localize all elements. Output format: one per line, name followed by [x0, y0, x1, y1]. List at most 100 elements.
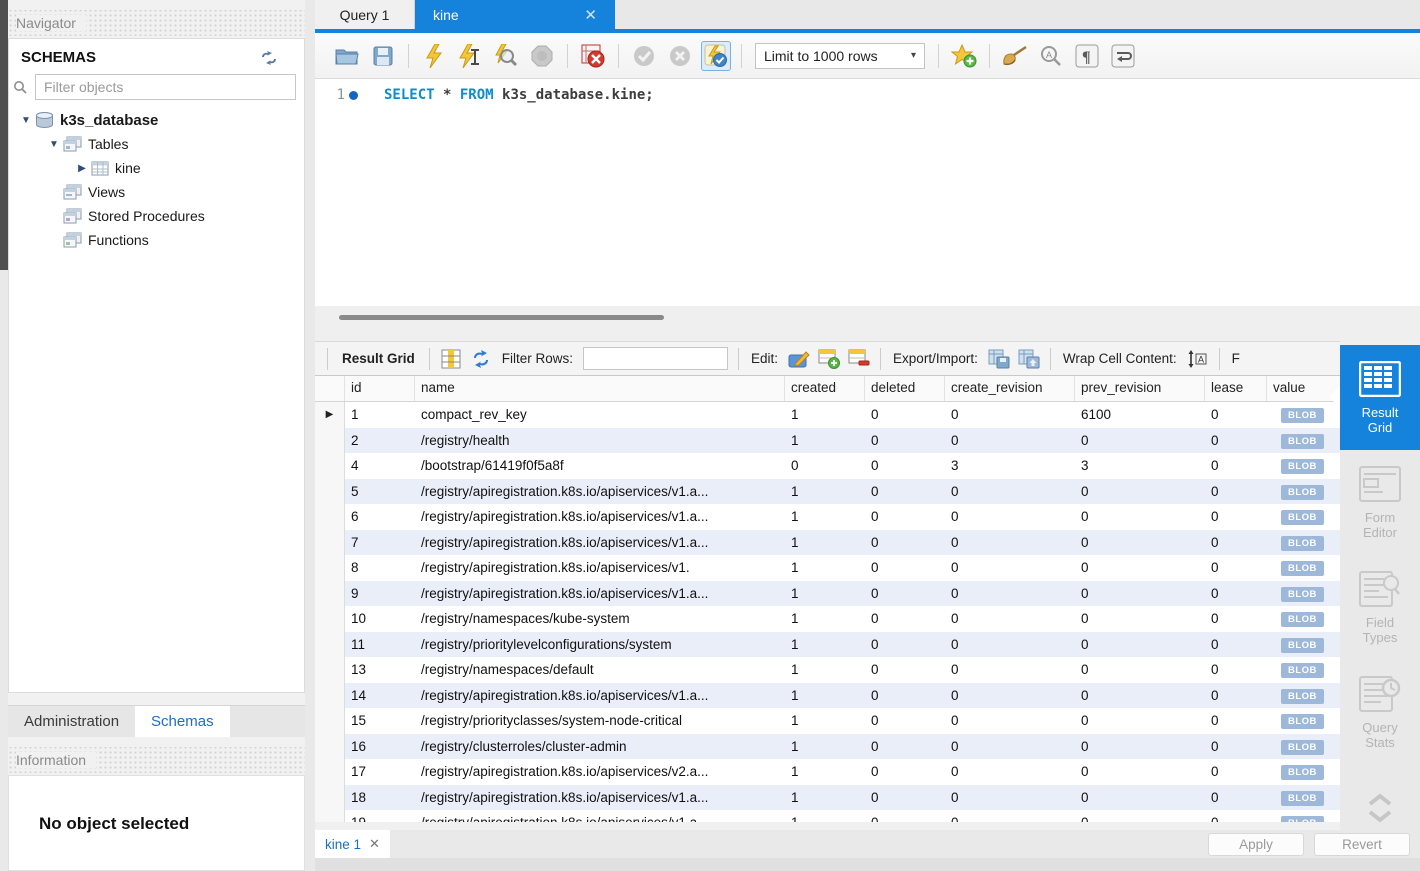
cell-prev_revision[interactable]: 0 — [1075, 637, 1205, 652]
table-row[interactable]: 6/registry/apiregistration.k8s.io/apiser… — [315, 504, 1340, 530]
cell-create_revision[interactable]: 0 — [945, 764, 1075, 779]
open-script-icon[interactable] — [332, 41, 362, 71]
apply-button[interactable]: Apply — [1208, 833, 1304, 856]
cell-value[interactable]: BLOB — [1267, 559, 1340, 576]
cell-lease[interactable]: 0 — [1205, 560, 1267, 575]
cell-prev_revision[interactable]: 0 — [1075, 586, 1205, 601]
cell-lease[interactable]: 0 — [1205, 739, 1267, 754]
cell-value[interactable]: BLOB — [1267, 763, 1340, 780]
row-selector-cell[interactable] — [315, 453, 345, 479]
blob-badge[interactable]: BLOB — [1281, 663, 1324, 678]
cell-created[interactable]: 1 — [785, 688, 865, 703]
row-selector-cell[interactable] — [315, 708, 345, 734]
cell-create_revision[interactable]: 0 — [945, 586, 1075, 601]
save-snippet-icon[interactable] — [949, 41, 979, 71]
cell-prev_revision[interactable]: 0 — [1075, 509, 1205, 524]
side-tab-form-editor[interactable]: Form Editor — [1340, 450, 1420, 555]
cell-created[interactable]: 1 — [785, 433, 865, 448]
wrap-cell-content-icon[interactable]: A — [1185, 347, 1211, 371]
cell-created[interactable]: 1 — [785, 790, 865, 805]
cell-name[interactable]: /registry/namespaces/default — [415, 662, 785, 677]
row-selector-cell[interactable] — [315, 504, 345, 530]
cell-name[interactable]: /registry/apiregistration.k8s.io/apiserv… — [415, 790, 785, 805]
cell-create_revision[interactable]: 0 — [945, 484, 1075, 499]
cell-value[interactable]: BLOB — [1267, 712, 1340, 729]
blob-badge[interactable]: BLOB — [1281, 561, 1324, 576]
expand-panel-icon[interactable] — [1367, 809, 1393, 823]
row-selector-cell[interactable] — [315, 428, 345, 454]
tab-query-1[interactable]: Query 1 — [315, 0, 415, 29]
cell-create_revision[interactable]: 0 — [945, 509, 1075, 524]
cell-name[interactable]: /registry/apiregistration.k8s.io/apiserv… — [415, 586, 785, 601]
cell-value[interactable]: BLOB — [1267, 687, 1340, 704]
tree-item-k3s-database[interactable]: ▼k3s_database — [9, 108, 304, 132]
cell-deleted[interactable]: 0 — [865, 815, 945, 822]
tree-item-views[interactable]: Views — [9, 180, 304, 204]
blob-badge[interactable]: BLOB — [1281, 536, 1324, 551]
cell-create_revision[interactable]: 0 — [945, 637, 1075, 652]
row-selector-cell[interactable] — [315, 606, 345, 632]
find-icon[interactable]: A — [1036, 41, 1066, 71]
cell-prev_revision[interactable]: 0 — [1075, 790, 1205, 805]
cell-name[interactable]: /registry/apiregistration.k8s.io/apiserv… — [415, 815, 785, 822]
cell-created[interactable]: 1 — [785, 815, 865, 822]
close-result-tab-icon[interactable]: ✕ — [369, 836, 380, 852]
blob-badge[interactable]: BLOB — [1281, 816, 1324, 822]
cell-create_revision[interactable]: 3 — [945, 458, 1075, 473]
cell-lease[interactable]: 0 — [1205, 611, 1267, 626]
chevron-expanded-icon[interactable]: ▼ — [19, 115, 33, 126]
blob-badge[interactable]: BLOB — [1281, 612, 1324, 627]
table-row[interactable]: 16/registry/clusterroles/cluster-admin10… — [315, 734, 1340, 760]
cell-value[interactable]: BLOB — [1267, 483, 1340, 500]
refresh-schemas-icon[interactable] — [260, 51, 278, 65]
cell-name[interactable]: compact_rev_key — [415, 407, 785, 422]
cell-name[interactable]: /registry/apiregistration.k8s.io/apiserv… — [415, 764, 785, 779]
cell-create_revision[interactable]: 0 — [945, 407, 1075, 422]
table-row[interactable]: 7/registry/apiregistration.k8s.io/apiser… — [315, 530, 1340, 556]
cell-created[interactable]: 1 — [785, 713, 865, 728]
cell-deleted[interactable]: 0 — [865, 509, 945, 524]
row-selector-cell[interactable] — [315, 479, 345, 505]
cell-lease[interactable]: 0 — [1205, 458, 1267, 473]
cell-lease[interactable]: 0 — [1205, 484, 1267, 499]
row-selector-cell[interactable] — [315, 683, 345, 709]
cell-value[interactable]: BLOB — [1267, 432, 1340, 449]
cell-value[interactable]: BLOB — [1267, 661, 1340, 678]
cell-prev_revision[interactable]: 0 — [1075, 764, 1205, 779]
cell-deleted[interactable]: 0 — [865, 637, 945, 652]
cell-id[interactable]: 4 — [345, 458, 415, 473]
cell-deleted[interactable]: 0 — [865, 764, 945, 779]
tab-schemas[interactable]: Schemas — [135, 706, 230, 737]
cell-prev_revision[interactable]: 3 — [1075, 458, 1205, 473]
cell-deleted[interactable]: 0 — [865, 484, 945, 499]
table-row[interactable]: ▶1compact_rev_key10061000BLOB — [315, 402, 1340, 428]
cell-created[interactable]: 1 — [785, 662, 865, 677]
tree-item-functions[interactable]: Functions — [9, 228, 304, 252]
collapse-panel-icon[interactable] — [1367, 793, 1393, 807]
blob-badge[interactable]: BLOB — [1281, 587, 1324, 602]
blob-badge[interactable]: BLOB — [1281, 434, 1324, 449]
cell-lease[interactable]: 0 — [1205, 586, 1267, 601]
cell-value[interactable]: BLOB — [1267, 610, 1340, 627]
execute-query-icon[interactable] — [419, 41, 449, 71]
cell-prev_revision[interactable]: 0 — [1075, 433, 1205, 448]
table-row[interactable]: 2/registry/health10000BLOB — [315, 428, 1340, 454]
save-script-icon[interactable] — [368, 41, 398, 71]
cell-create_revision[interactable]: 0 — [945, 713, 1075, 728]
cell-id[interactable]: 10 — [345, 611, 415, 626]
blob-badge[interactable]: BLOB — [1281, 638, 1324, 653]
filter-objects-input[interactable] — [35, 74, 296, 100]
cell-id[interactable]: 15 — [345, 713, 415, 728]
tab-kine[interactable]: kine ✕ — [415, 0, 615, 29]
cell-value[interactable]: BLOB — [1267, 789, 1340, 806]
cell-deleted[interactable]: 0 — [865, 662, 945, 677]
table-row[interactable]: 11/registry/prioritylevelconfigurations/… — [315, 632, 1340, 658]
cell-create_revision[interactable]: 0 — [945, 739, 1075, 754]
cell-create_revision[interactable]: 0 — [945, 815, 1075, 822]
cell-value[interactable]: BLOB — [1267, 636, 1340, 653]
row-selector-cell[interactable] — [315, 530, 345, 556]
cell-prev_revision[interactable]: 0 — [1075, 560, 1205, 575]
cell-name[interactable]: /registry/apiregistration.k8s.io/apiserv… — [415, 560, 785, 575]
cell-id[interactable]: 18 — [345, 790, 415, 805]
cell-id[interactable]: 7 — [345, 535, 415, 550]
